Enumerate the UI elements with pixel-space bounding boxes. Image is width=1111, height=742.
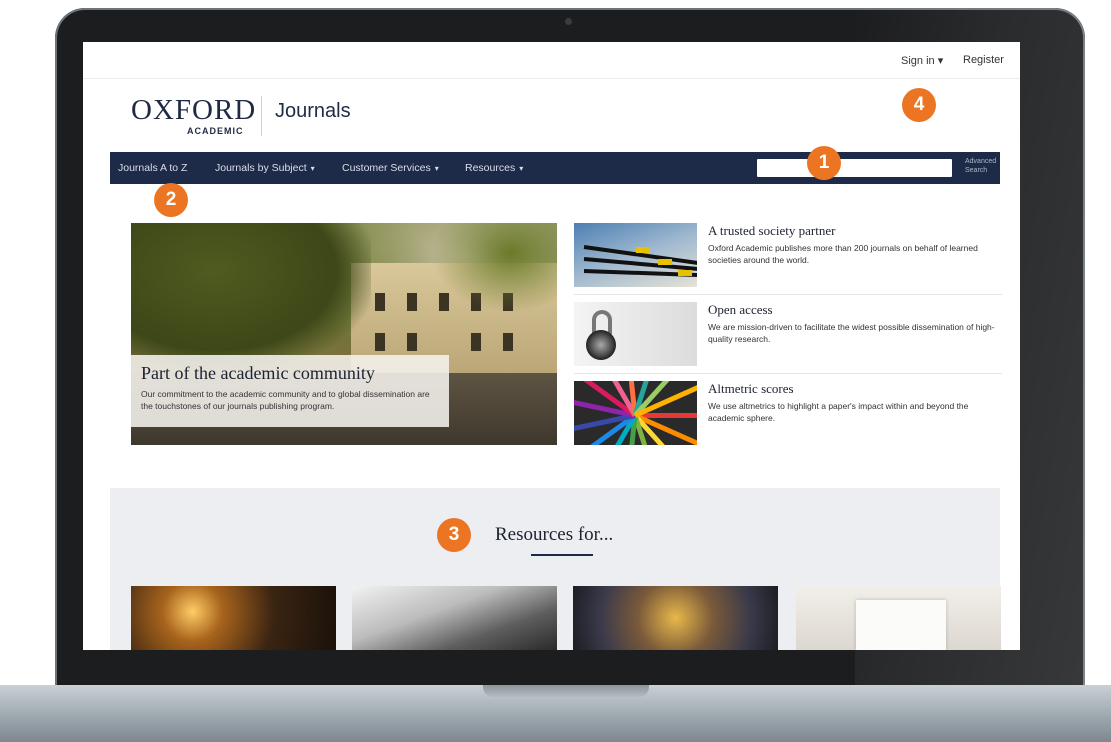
hero-window [375, 293, 385, 311]
hero-window [471, 333, 481, 351]
chevron-down-icon: ▾ [310, 164, 315, 173]
resources-section: Resources for... [110, 488, 1001, 650]
feature-text: We use altmetrics to highlight a paper's… [708, 401, 969, 423]
callout-badge-2: 2 [154, 183, 188, 217]
feature-text: Oxford Academic publishes more than 200 … [708, 243, 978, 265]
hero-window [375, 333, 385, 351]
logo-academic-text: ACADEMIC [187, 126, 244, 136]
lock-icon [586, 330, 616, 360]
advanced-search-line2: Search [965, 167, 988, 174]
padlock-image [574, 302, 697, 366]
feature-divider [574, 373, 1002, 374]
search-input[interactable] [757, 159, 952, 177]
sign-in-link[interactable]: Sign in ▾ [901, 54, 943, 67]
feature-title: Open access [708, 302, 773, 317]
laptop-notch [483, 685, 649, 697]
hero-window [503, 333, 513, 351]
hero-tree [131, 223, 371, 373]
hero-window [407, 333, 417, 351]
nav-resources[interactable]: Resources ▾ [465, 162, 523, 174]
nav-customer-services[interactable]: Customer Services ▾ [342, 162, 439, 174]
nav-item-label: Resources [465, 162, 516, 174]
webcam-icon [565, 18, 572, 25]
hero-title: Part of the academic community [141, 363, 375, 383]
callout-badge-4: 4 [902, 88, 936, 122]
hero-tree [431, 223, 557, 313]
oar-blade [678, 270, 692, 276]
logo-oxford-text: OXFORD [131, 94, 257, 126]
nav-item-label: Journals by Subject [215, 162, 307, 174]
title-underline [531, 554, 593, 556]
hero-text: Our commitment to the academic community… [141, 389, 430, 411]
register-link[interactable]: Register [963, 54, 1004, 66]
callout-badge-1: 1 [807, 146, 841, 180]
brand-divider [261, 96, 262, 136]
advanced-search-line1: Advanced [965, 158, 997, 165]
colored-pencils-image [574, 381, 697, 445]
nav-item-label: Journals A to Z [118, 162, 188, 174]
rowing-image [574, 223, 697, 287]
feature-open-access[interactable]: Open access We are mission-driven to fac… [574, 302, 1002, 366]
feature-title: Altmetric scores [708, 381, 794, 396]
chevron-down-icon: ▾ [434, 164, 439, 173]
feature-title: A trusted society partner [708, 223, 836, 238]
browser-screen: Sign in ▾ Register OXFORD ACADEMIC Journ… [83, 42, 1020, 650]
chevron-down-icon: ▾ [519, 164, 524, 173]
nav-item-label: Customer Services [342, 162, 431, 174]
callout-badge-3: 3 [437, 518, 471, 552]
advanced-search-link[interactable]: Advanced Search [965, 157, 1005, 175]
hero-window [407, 293, 417, 311]
oar-blade [658, 259, 672, 265]
feature-altmetric-scores[interactable]: Altmetric scores We use altmetrics to hi… [574, 381, 1002, 445]
feature-divider [574, 294, 1002, 295]
resources-title: Resources for... [495, 524, 614, 545]
hero-caption: Part of the academic community Our commi… [131, 355, 449, 427]
feature-society-partner[interactable]: A trusted society partner Oxford Academi… [574, 223, 1002, 287]
feature-text: We are mission-driven to facilitate the … [708, 322, 995, 344]
blank-frame [856, 600, 946, 650]
nav-journals-by-subject[interactable]: Journals by Subject ▾ [215, 162, 315, 174]
site-name: Journals [275, 100, 351, 122]
nav-journals-a-to-z[interactable]: Journals A to Z [118, 162, 187, 174]
laptop-base [0, 685, 1111, 742]
top-utility-bar: Sign in ▾ Register [83, 42, 1020, 79]
resource-card-people[interactable] [573, 586, 778, 650]
oar-blade [636, 247, 650, 253]
resource-card-architecture[interactable] [352, 586, 557, 650]
main-navigation: Journals A to Z Journals by Subject ▾ Cus… [110, 152, 1000, 184]
resource-card-frame[interactable] [796, 586, 1001, 650]
resource-card-lightbulbs[interactable] [131, 586, 336, 650]
hero-banner[interactable]: Part of the academic community Our commi… [131, 223, 557, 445]
